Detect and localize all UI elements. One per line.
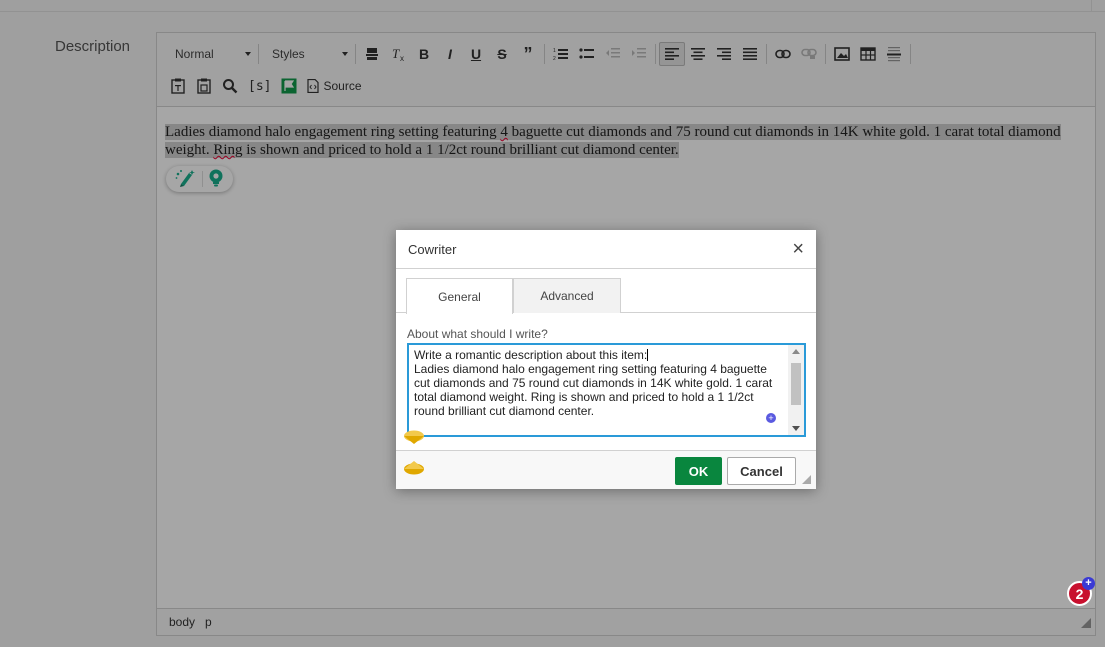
cowriter-dialog: Cowriter × General Advanced About what s… (396, 230, 816, 489)
cancel-button[interactable]: Cancel (727, 457, 796, 485)
prompt-text: Write a romantic description about this … (414, 348, 786, 418)
dialog-tabs: General Advanced (396, 278, 816, 314)
tab-advanced[interactable]: Advanced (513, 278, 621, 313)
scroll-thumb[interactable] (791, 363, 801, 405)
text-caret (647, 349, 649, 361)
notification-plus-icon: + (1082, 577, 1095, 590)
textarea-scrollbar[interactable] (788, 345, 804, 435)
scroll-down-arrow-icon[interactable] (792, 426, 800, 431)
expand-plus-icon[interactable]: + (766, 413, 776, 423)
dialog-footer: OK Cancel (396, 450, 816, 489)
dialog-resize-grip-icon[interactable] (802, 475, 811, 484)
scroll-up-arrow-icon[interactable] (792, 349, 800, 354)
prompt-body: Ladies diamond halo engagement ring sett… (414, 362, 773, 418)
close-icon[interactable]: × (792, 239, 804, 259)
dialog-title: Cowriter (408, 242, 457, 257)
tab-general[interactable]: General (406, 278, 513, 314)
prompt-textarea[interactable]: Write a romantic description about this … (407, 343, 806, 437)
gem-icon[interactable] (403, 461, 425, 475)
gem-icon[interactable] (403, 430, 425, 444)
prompt-first-line: Write a romantic description about this … (414, 348, 648, 362)
ok-button[interactable]: OK (675, 457, 722, 485)
dialog-title-bar[interactable]: Cowriter × (396, 230, 816, 269)
prompt-label: About what should I write? (407, 327, 548, 341)
